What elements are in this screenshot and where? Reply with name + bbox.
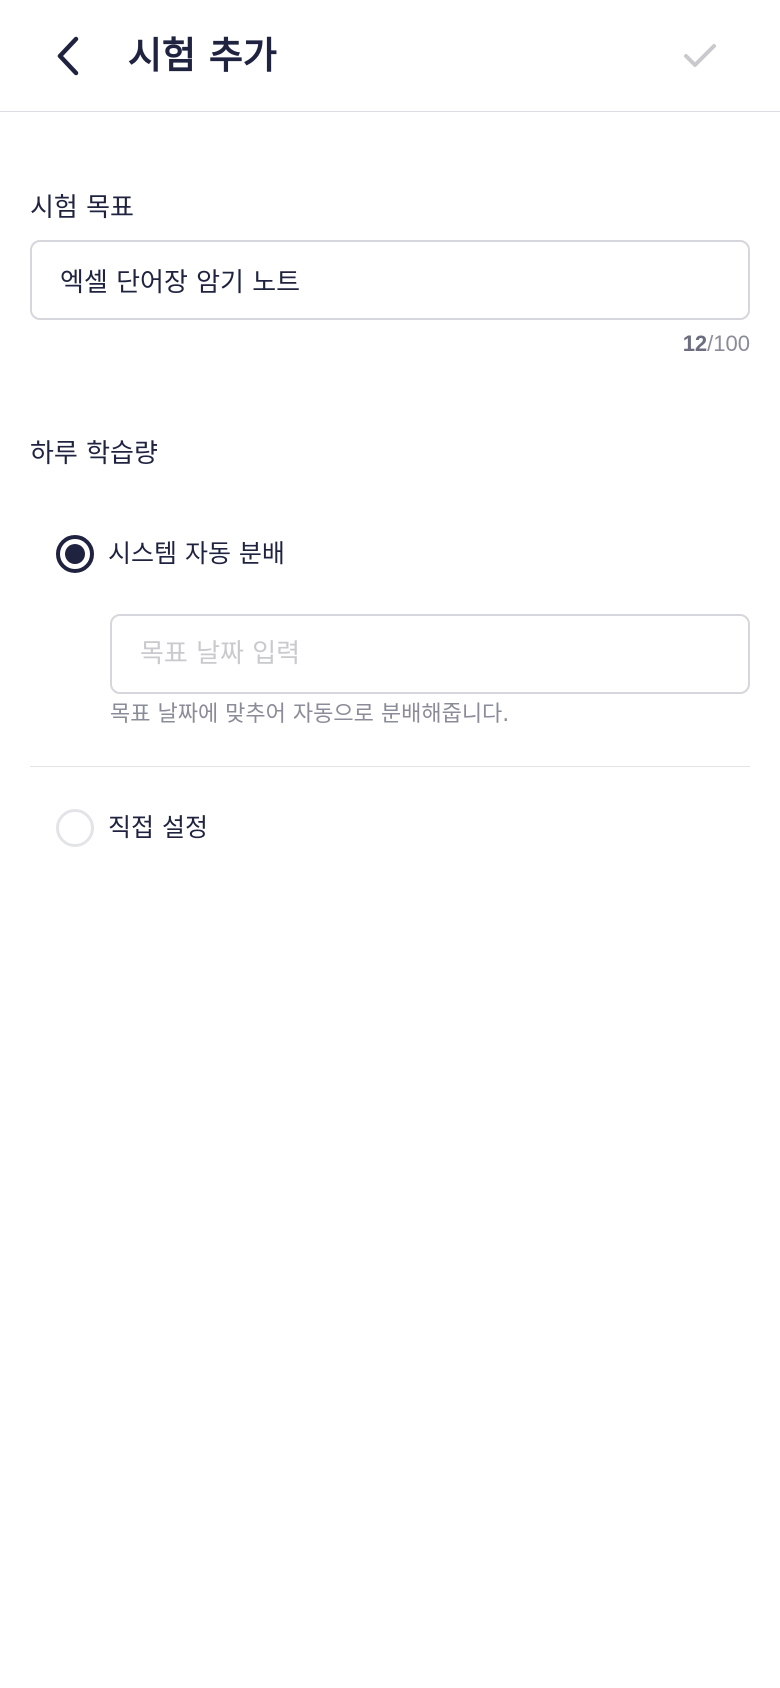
back-button[interactable]: [44, 30, 92, 82]
radio-label-auto: 시스템 자동 분배: [108, 539, 285, 568]
radio-unchecked-icon[interactable]: [56, 809, 94, 847]
page-title: 시험 추가: [128, 34, 278, 77]
radio-checked-icon[interactable]: [56, 535, 94, 573]
goal-input[interactable]: [30, 240, 750, 320]
app-header: 시험 추가: [0, 0, 780, 112]
radio-option-auto[interactable]: 시스템 자동 분배: [56, 532, 285, 576]
char-counter: 12/100: [683, 328, 750, 360]
daily-amount-label: 하루 학습량: [30, 439, 158, 469]
char-count-max: /100: [707, 331, 750, 356]
char-count-current: 12: [682, 331, 708, 356]
radio-option-manual[interactable]: 직접 설정: [56, 806, 208, 850]
divider: [30, 766, 750, 767]
confirm-button[interactable]: [676, 30, 724, 82]
check-icon: [684, 44, 716, 67]
helper-text: 목표 날짜에 맞추어 자동으로 분배해줍니다.: [110, 702, 510, 727]
radio-label-manual: 직접 설정: [108, 813, 208, 842]
chevron-left-icon: [57, 36, 79, 76]
target-date-input[interactable]: [110, 614, 750, 694]
goal-label: 시험 목표: [30, 193, 134, 223]
